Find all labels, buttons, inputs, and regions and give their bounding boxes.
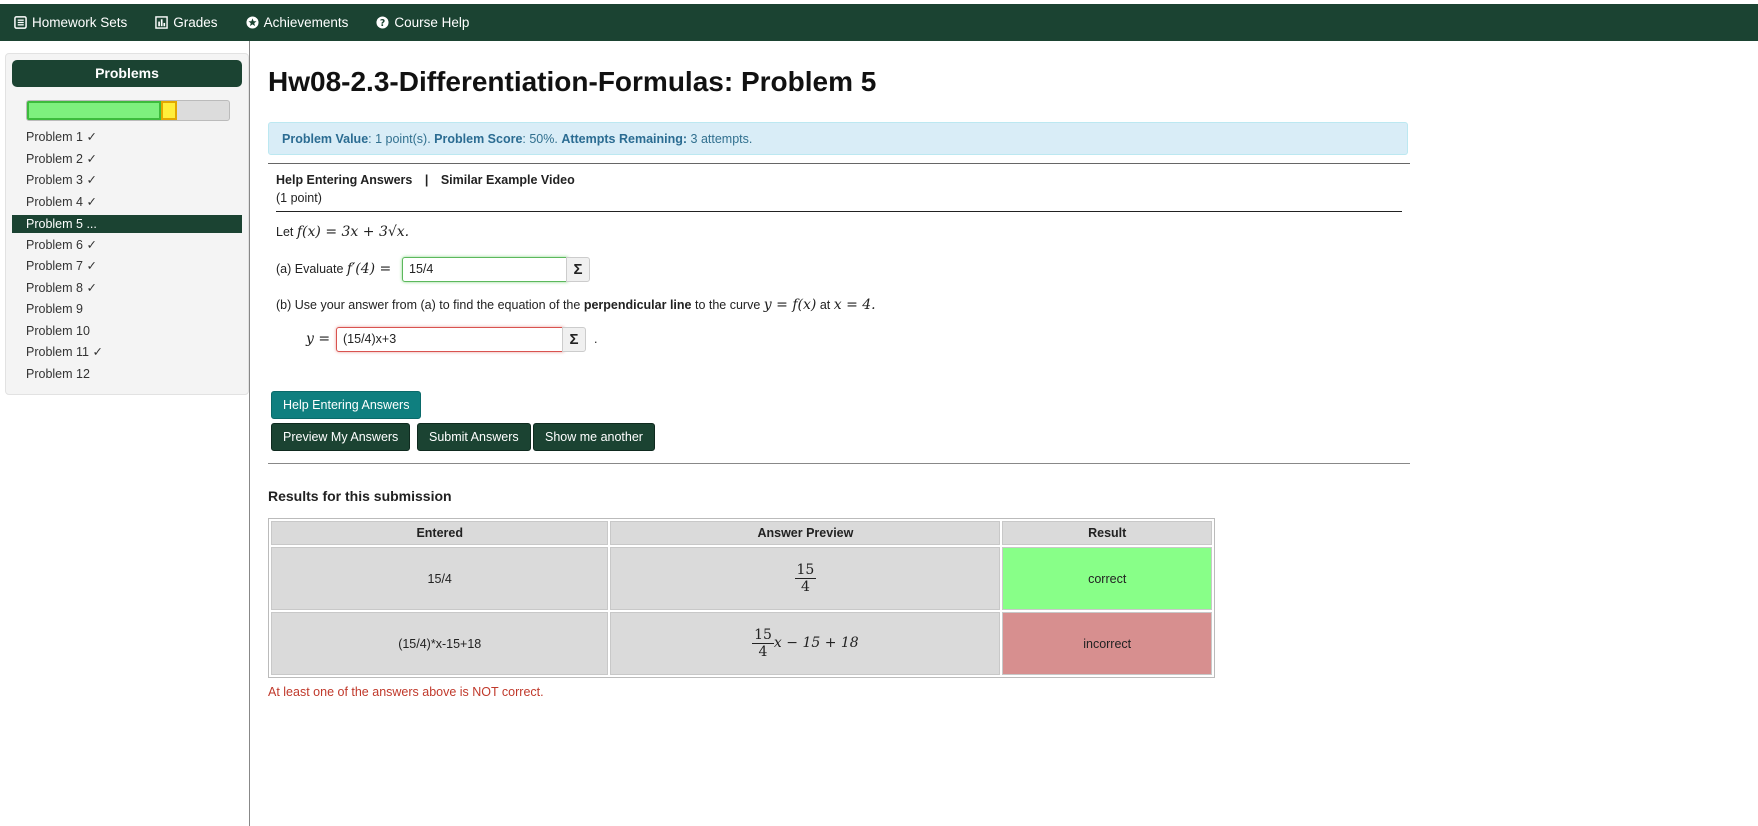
nav-course-help-label: Course Help [394, 15, 470, 30]
sidebar-item-problem-1[interactable]: Problem 1 ✓ [12, 127, 242, 149]
sidebar-item-problem-2[interactable]: Problem 2 ✓ [12, 149, 242, 171]
help-entering-answers-link[interactable]: Help Entering Answers [276, 173, 412, 187]
header-entered: Entered [271, 521, 609, 545]
problem-value-label: Problem Value [282, 132, 369, 146]
result-cell: correct [1002, 547, 1212, 610]
part-b-math-point: x = 4. [833, 297, 876, 313]
nav-achievements[interactable]: Achievements [232, 4, 363, 41]
y-label: y = [306, 331, 330, 347]
nav-grades-label: Grades [173, 15, 218, 30]
results-table: Entered Answer Preview Result 15/4 15 4 … [268, 518, 1215, 678]
problem-value-text: : 1 point(s). [368, 132, 431, 146]
progress-correct-segment [27, 101, 161, 120]
part-b-math-curve: y = f(x) [763, 297, 817, 313]
book-icon [14, 16, 27, 29]
nav-grades[interactable]: Grades [141, 4, 231, 41]
y-equals-math: y = [306, 331, 331, 347]
page-title: Hw08-2.3-Differentiation-Formulas: Probl… [268, 66, 877, 97]
sidebar-item-problem-12[interactable]: Problem 12 [12, 364, 242, 386]
function-statement: Let f(x) = 3x + 3√x. [276, 224, 409, 240]
part-b-text-2: to the curve [694, 298, 761, 312]
preview-cell: 15 4 [610, 547, 1001, 610]
sidebar-item-problem-4[interactable]: Problem 4 ✓ [12, 192, 242, 214]
problem-score-label: Problem Score [434, 132, 523, 146]
nav-homework-sets-label: Homework Sets [32, 15, 128, 30]
fraction-preview: 15 4 [752, 627, 774, 660]
table-row: (15/4)*x-15+18 15 4 x − 15 + 18 incorrec… [271, 612, 1212, 675]
answer-b-suffix: . [594, 332, 598, 346]
fraction-preview: 15 4 [794, 562, 817, 595]
results-header-row: Entered Answer Preview Result [271, 521, 1212, 545]
divider [268, 163, 1410, 164]
link-separator: | [424, 173, 429, 187]
sidebar-divider [249, 41, 250, 826]
answer-b-input[interactable]: (15/4)x+3 [336, 327, 564, 352]
part-b-bold: perpendicular line [583, 298, 692, 312]
part-b-at: at [819, 298, 831, 312]
star-circle-icon [246, 16, 259, 29]
problem-score-text: : 50%. [522, 132, 558, 146]
help-entering-answers-button[interactable]: Help Entering Answers [271, 391, 422, 419]
nav-achievements-label: Achievements [263, 15, 349, 30]
problem-points: (1 point) [276, 191, 322, 205]
svg-text:?: ? [380, 18, 385, 29]
part-a-text: (a) Evaluate [276, 262, 344, 276]
nav-homework-sets[interactable]: Homework Sets [0, 4, 141, 41]
sigma-button-a[interactable]: Σ [566, 257, 590, 282]
attempts-text: 3 attempts. [690, 132, 753, 146]
problems-sidebar: Problems Problem 1 ✓ Problem 2 ✓ Problem 3… [5, 53, 249, 395]
entered-cell: 15/4 [271, 547, 609, 610]
fraction-denominator: 4 [800, 579, 810, 595]
show-me-another-button[interactable]: Show me another [533, 423, 655, 451]
preview-expression-rest: x − 15 + 18 [773, 634, 859, 651]
part-b-question: (b) Use your answer from (a) to find the… [276, 297, 876, 313]
problem-list: Problem 1 ✓ Problem 2 ✓ Problem 3 ✓ Problem… [12, 127, 242, 385]
sidebar-item-problem-7[interactable]: Problem 7 ✓ [12, 256, 242, 278]
part-a-question: (a) Evaluate f′(4) = [276, 261, 391, 277]
fraction-numerator: 15 [752, 627, 774, 644]
divider [268, 463, 1410, 464]
problem-info-box: Problem Value: 1 point(s). Problem Score… [268, 122, 1408, 155]
preview-my-answers-button[interactable]: Preview My Answers [271, 423, 411, 451]
progress-partial-segment [161, 101, 177, 120]
part-a-math: f′(4) = [346, 261, 392, 277]
sigma-button-b[interactable]: Σ [562, 327, 586, 352]
sidebar-item-problem-5[interactable]: Problem 5 ... [12, 215, 242, 233]
fraction-denominator: 4 [758, 644, 768, 660]
part-b-text: (b) Use your answer from (a) to find the… [276, 298, 581, 312]
submit-answers-button[interactable]: Submit Answers [417, 423, 531, 451]
header-answer-preview: Answer Preview [610, 521, 1001, 545]
sidebar-item-problem-10[interactable]: Problem 10 [12, 321, 242, 343]
nav-course-help[interactable]: ? Course Help [362, 4, 483, 41]
similar-example-video-link[interactable]: Similar Example Video [441, 173, 575, 187]
function-math: f(x) = 3x + 3√x. [296, 224, 410, 240]
top-nav-bar: Homework Sets Grades Achievements ? Cour… [0, 4, 1758, 41]
fraction-numerator: 15 [794, 562, 817, 579]
sidebar-item-problem-8[interactable]: Problem 8 ✓ [12, 278, 242, 300]
attempts-label: Attempts Remaining: [561, 132, 688, 146]
result-cell: incorrect [1002, 612, 1212, 675]
entered-cell: (15/4)*x-15+18 [271, 612, 609, 675]
bar-chart-icon [155, 16, 169, 29]
table-row: 15/4 15 4 correct [271, 547, 1212, 610]
question-circle-icon: ? [376, 16, 389, 29]
preview-cell: 15 4 x − 15 + 18 [610, 612, 1001, 675]
sidebar-item-problem-6[interactable]: Problem 6 ✓ [12, 235, 242, 257]
sidebar-item-problem-3[interactable]: Problem 3 ✓ [12, 170, 242, 192]
divider [276, 211, 1402, 212]
sidebar-item-problem-11[interactable]: Problem 11 ✓ [12, 342, 242, 364]
header-result: Result [1002, 521, 1212, 545]
problem-links: Help Entering Answers | Similar Example … [276, 173, 575, 187]
answer-a-input[interactable]: 15/4 [402, 257, 568, 282]
results-title: Results for this submission [268, 488, 452, 504]
let-text: Let [276, 225, 294, 239]
sidebar-title: Problems [12, 60, 242, 87]
sidebar-item-problem-9[interactable]: Problem 9 [12, 299, 242, 321]
incorrect-warning: At least one of the answers above is NOT… [268, 685, 544, 699]
problem-progress-bar [26, 100, 230, 121]
